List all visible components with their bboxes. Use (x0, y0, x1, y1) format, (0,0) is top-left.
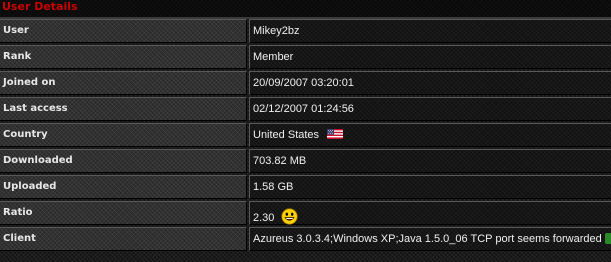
field-label: Uploaded (3, 181, 57, 192)
field-label: Joined on (3, 77, 56, 88)
value-cell: Member (249, 45, 611, 69)
detail-row-uploaded: Uploaded 1.58 GB (0, 175, 611, 200)
field-label: Rank (3, 51, 32, 62)
value-cell: United States (249, 123, 611, 147)
value-cell: 2.30 (249, 201, 611, 225)
value-cell: Azureus 3.0.3.4;Windows XP;Java 1.5.0_06… (249, 227, 611, 251)
label-cell: Rank (0, 45, 247, 69)
detail-row-joined: Joined on 20/09/2007 03:20:01 (0, 71, 611, 96)
field-label: Client (3, 233, 36, 244)
smiley-icon (281, 208, 299, 225)
detail-row-ratio: Ratio 2.30 (0, 201, 611, 226)
panel-title: User Details (2, 0, 78, 13)
detail-row-rank: Rank Member (0, 45, 611, 70)
downloaded-value: 703.82 MB (253, 155, 307, 167)
value-cell: 20/09/2007 03:20:01 (249, 71, 611, 95)
panel-header: User Details (0, 0, 611, 19)
detail-row-last-access: Last access 02/12/2007 01:24:56 (0, 97, 611, 122)
country-value: United States (253, 129, 320, 141)
value-cell: 1.58 GB (249, 175, 611, 199)
field-label: Last access (3, 103, 68, 114)
field-label: Country (3, 129, 48, 140)
value-cell: 703.82 MB (249, 149, 611, 173)
rank-value: Member (253, 51, 294, 63)
detail-row-country: Country United States (0, 123, 611, 148)
detail-row-client: Client Azureus 3.0.3.4;Windows XP;Java 1… (0, 227, 611, 252)
uploaded-value: 1.58 GB (253, 181, 294, 193)
user-details-panel: User Details User Mikey2bz Rank Member J… (0, 0, 611, 262)
ratio-value: 2.30 (253, 212, 275, 224)
us-flag-icon (327, 129, 344, 139)
port-status-icon (604, 233, 611, 244)
detail-row-user: User Mikey2bz (0, 19, 611, 44)
label-cell: User (0, 19, 247, 43)
value-cell: Mikey2bz (249, 19, 611, 43)
joined-value: 20/09/2007 03:20:01 (253, 77, 354, 89)
ratio-value-wrap: 2.30 (253, 208, 299, 225)
detail-row-downloaded: Downloaded 703.82 MB (0, 149, 611, 174)
label-cell: Country (0, 123, 247, 147)
country-value-wrap: United States (253, 129, 344, 142)
user-value: Mikey2bz (253, 25, 300, 37)
label-cell: Joined on (0, 71, 247, 95)
field-label: User (3, 25, 29, 36)
label-cell: Uploaded (0, 175, 247, 199)
value-cell: 02/12/2007 01:24:56 (249, 97, 611, 121)
label-cell: Ratio (0, 201, 247, 225)
field-label: Downloaded (3, 155, 73, 166)
label-cell: Client (0, 227, 247, 251)
label-cell: Downloaded (0, 149, 247, 173)
field-label: Ratio (3, 207, 33, 218)
last-access-value: 02/12/2007 01:24:56 (253, 103, 354, 115)
client-value: Azureus 3.0.3.4;Windows XP;Java 1.5.0_06… (253, 233, 602, 245)
client-value-wrap: Azureus 3.0.3.4;Windows XP;Java 1.5.0_06… (253, 233, 611, 246)
label-cell: Last access (0, 97, 247, 121)
